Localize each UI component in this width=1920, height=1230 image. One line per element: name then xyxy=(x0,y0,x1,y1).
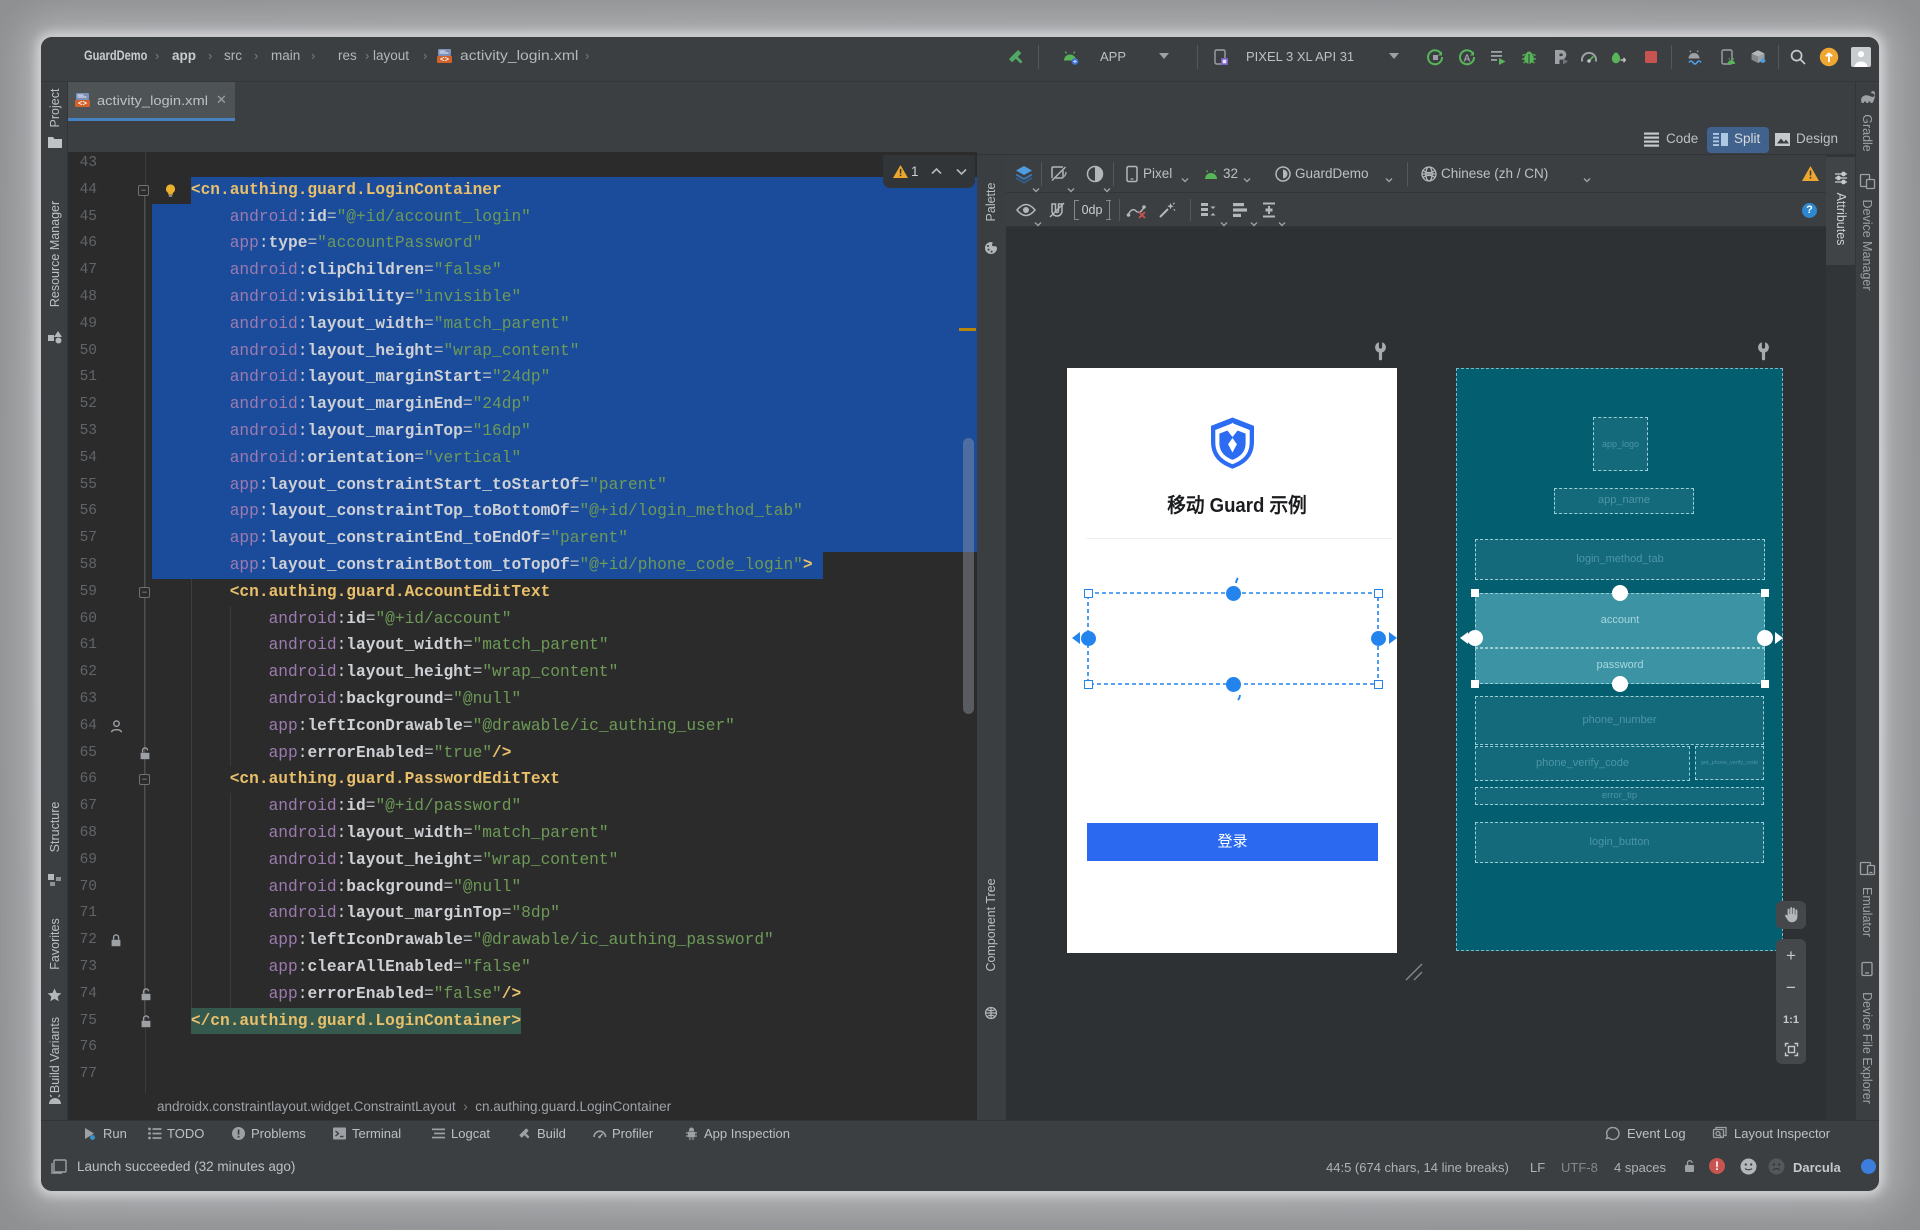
svg-text:A: A xyxy=(1463,54,1470,65)
svg-text:<>: <> xyxy=(440,57,450,64)
svg-text:<>: <> xyxy=(78,101,88,108)
